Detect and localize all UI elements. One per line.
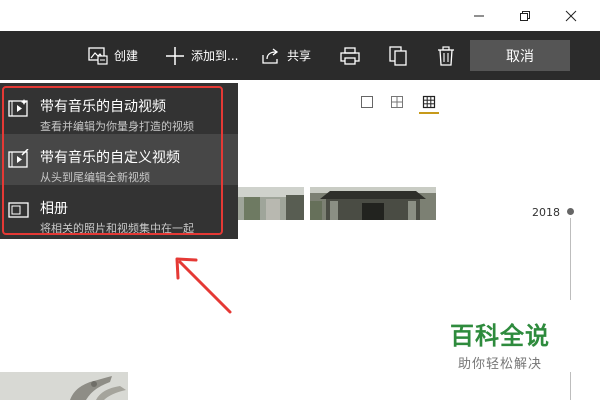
menu-item-custom-video[interactable]: 带有音乐的自定义视频 从头到尾编辑全新视频 — [0, 134, 238, 185]
minimize-icon — [474, 15, 484, 16]
share-label: 共享 — [287, 49, 312, 63]
cancel-button[interactable]: 取消 — [470, 40, 570, 71]
photo-thumbnail[interactable] — [0, 372, 128, 400]
create-icon — [88, 46, 108, 65]
custom-video-icon — [8, 148, 30, 170]
menu-item-album[interactable]: 相册 将相关的照片和视频集中在一起 — [0, 185, 238, 236]
restore-icon — [520, 10, 530, 21]
menu-item-title: 带有音乐的自定义视频 — [40, 150, 180, 166]
minimize-button[interactable] — [456, 0, 502, 31]
restore-button[interactable] — [502, 0, 548, 31]
share-icon — [261, 47, 281, 65]
menu-item-subtitle: 查看并编辑为你量身打造的视频 — [40, 120, 194, 133]
create-label: 创建 — [114, 49, 139, 63]
auto-video-icon — [8, 97, 30, 119]
add-to-label: 添加到... — [191, 49, 239, 63]
print-button[interactable] — [339, 31, 361, 80]
photo-thumbnail[interactable] — [310, 187, 436, 220]
small-grid-icon — [422, 95, 436, 109]
share-button[interactable]: 共享 — [261, 31, 311, 80]
add-to-button[interactable]: 添加到... — [165, 31, 238, 80]
create-button[interactable]: 创建 — [88, 31, 138, 80]
large-grid-icon — [361, 96, 373, 108]
plus-icon — [165, 46, 185, 66]
photo-thumbnail[interactable] — [238, 187, 304, 220]
timeline-scrollbar[interactable] — [570, 218, 571, 300]
title-bar — [0, 0, 600, 31]
copy-icon — [388, 45, 408, 67]
printer-icon — [339, 46, 361, 66]
menu-item-title: 带有音乐的自动视频 — [40, 99, 166, 115]
timeline-year[interactable]: 2018 — [532, 206, 560, 219]
create-menu: 带有音乐的自动视频 查看并编辑为你量身打造的视频 带有音乐的自定义视频 从头到尾… — [0, 83, 238, 239]
view-medium-button[interactable] — [389, 94, 405, 110]
copy-button[interactable] — [388, 31, 408, 80]
view-small-button[interactable] — [421, 94, 437, 110]
menu-item-subtitle: 将相关的照片和视频集中在一起 — [40, 222, 194, 235]
timeline-marker — [567, 208, 574, 215]
watermark-title: 百科全说 — [450, 322, 550, 350]
close-icon — [565, 10, 577, 21]
timeline-scrollbar-lower[interactable] — [570, 372, 571, 400]
album-icon — [8, 199, 30, 221]
watermark-subtitle: 助你轻松解决 — [457, 357, 542, 372]
medium-grid-icon — [391, 96, 403, 108]
menu-item-title: 相册 — [40, 201, 68, 217]
view-large-button[interactable] — [359, 94, 375, 110]
annotation-arrow-icon — [175, 257, 232, 314]
menu-item-auto-video[interactable]: 带有音乐的自动视频 查看并编辑为你量身打造的视频 — [0, 83, 238, 134]
delete-button[interactable] — [436, 31, 456, 80]
close-button[interactable] — [548, 0, 594, 31]
menu-item-subtitle: 从头到尾编辑全新视频 — [40, 171, 150, 184]
watermark: 百科全说 助你轻松解决 — [445, 316, 555, 372]
trash-icon — [436, 45, 456, 67]
active-view-indicator — [419, 112, 439, 114]
